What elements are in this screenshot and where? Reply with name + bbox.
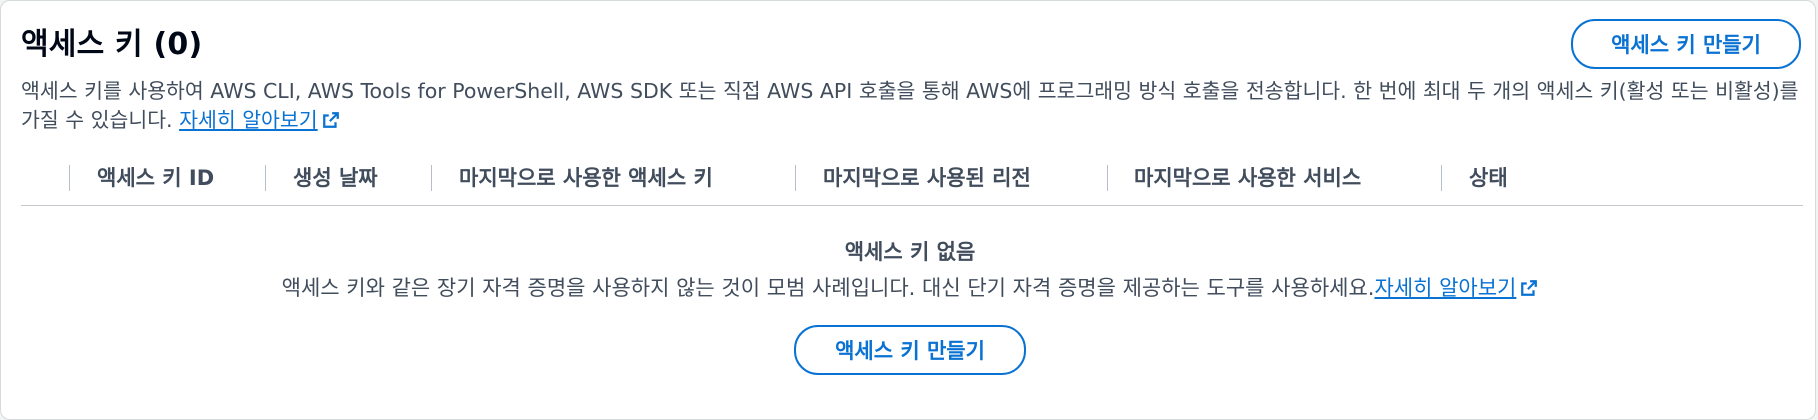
table-header: 액세스 키 ID 생성 날짜 마지막으로 사용한 액세스 키 마지막으로 사용된…	[21, 155, 1803, 206]
panel-description: 액세스 키를 사용하여 AWS CLI, AWS Tools for Power…	[21, 77, 1806, 135]
column-header-created[interactable]: 생성 날짜	[293, 155, 378, 199]
column-divider[interactable]	[69, 165, 70, 191]
access-keys-panel: 액세스 키 (0) 액세스 키 만들기 액세스 키를 사용하여 AWS CLI,…	[0, 0, 1816, 420]
empty-state: 액세스 키 없음 액세스 키와 같은 장기 자격 증명을 사용하지 않는 것이 …	[1, 237, 1818, 303]
learn-more-label: 자세히 알아보기	[179, 108, 318, 132]
column-divider[interactable]	[1441, 165, 1442, 191]
empty-state-learn-more-label: 자세히 알아보기	[1374, 276, 1517, 300]
column-header-last-used-region[interactable]: 마지막으로 사용된 리전	[823, 155, 1031, 199]
empty-state-description: 액세스 키와 같은 장기 자격 증명을 사용하지 않는 것이 모범 사례입니다.…	[1, 273, 1818, 303]
external-link-icon	[322, 112, 339, 128]
learn-more-link[interactable]: 자세히 알아보기	[179, 108, 340, 132]
column-divider[interactable]	[795, 165, 796, 191]
empty-state-create-access-key-button[interactable]: 액세스 키 만들기	[794, 325, 1026, 375]
column-header-last-used[interactable]: 마지막으로 사용한 액세스 키	[459, 155, 713, 199]
column-header-status[interactable]: 상태	[1469, 155, 1508, 199]
panel-title: 액세스 키 (0)	[21, 27, 203, 62]
empty-state-learn-more-link[interactable]: 자세히 알아보기	[1374, 276, 1538, 300]
external-link-icon	[1521, 280, 1538, 296]
column-divider[interactable]	[1107, 165, 1108, 191]
empty-state-title: 액세스 키 없음	[844, 240, 976, 264]
empty-state-text: 액세스 키와 같은 장기 자격 증명을 사용하지 않는 것이 모범 사례입니다.…	[281, 276, 1375, 300]
column-divider[interactable]	[431, 165, 432, 191]
column-header-access-key-id[interactable]: 액세스 키 ID	[97, 155, 214, 199]
create-access-key-button[interactable]: 액세스 키 만들기	[1571, 19, 1801, 69]
column-divider[interactable]	[265, 165, 266, 191]
column-header-last-used-service[interactable]: 마지막으로 사용한 서비스	[1134, 155, 1361, 199]
